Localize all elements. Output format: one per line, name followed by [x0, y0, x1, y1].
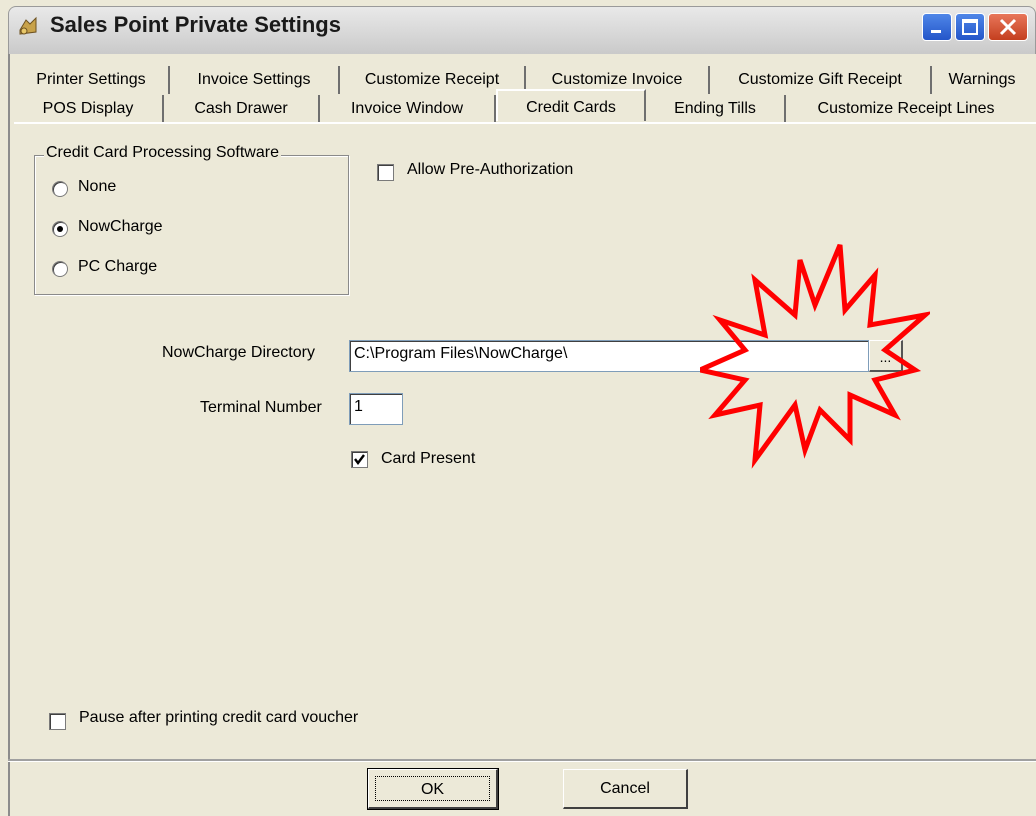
tab-warnings[interactable]: Warnings	[932, 66, 1032, 94]
close-button[interactable]	[988, 13, 1028, 41]
pause-voucher-checkbox[interactable]	[49, 713, 66, 730]
minimize-button[interactable]	[922, 13, 952, 41]
radio-pc-charge-label[interactable]: PC Charge	[78, 258, 157, 276]
radio-none-label[interactable]: None	[78, 178, 116, 196]
tab-cash-drawer[interactable]: Cash Drawer	[164, 95, 320, 123]
radio-nowcharge-label[interactable]: NowCharge	[78, 218, 162, 236]
terminal-field[interactable]: 1	[349, 393, 403, 425]
app-icon	[16, 14, 40, 38]
tab-row-2: POS Display Cash Drawer Invoice Window C…	[14, 89, 1026, 123]
radio-nowcharge[interactable]	[52, 221, 68, 237]
tab-panel-border	[14, 122, 1036, 124]
bottom-divider	[8, 759, 1036, 762]
starburst-annotation-icon	[700, 244, 930, 469]
tab-invoice-window[interactable]: Invoice Window	[320, 95, 496, 123]
radio-none[interactable]	[52, 181, 68, 197]
pause-voucher-label[interactable]: Pause after printing credit card voucher	[79, 709, 358, 727]
maximize-button[interactable]	[955, 13, 985, 41]
radio-pc-charge[interactable]	[52, 261, 68, 277]
ok-button[interactable]: OK	[367, 768, 499, 810]
window-title: Sales Point Private Settings	[50, 12, 341, 37]
card-present-checkbox[interactable]	[351, 451, 368, 468]
directory-label: NowCharge Directory	[162, 344, 315, 361]
tab-printer-settings[interactable]: Printer Settings	[14, 66, 170, 94]
tab-customize-gift-receipt[interactable]: Customize Gift Receipt	[710, 66, 932, 94]
tab-credit-cards[interactable]: Credit Cards	[496, 89, 646, 121]
ok-button-label: OK	[375, 776, 490, 801]
allow-preauth-checkbox[interactable]	[377, 164, 394, 181]
cancel-button[interactable]: Cancel	[563, 769, 688, 809]
tab-customize-receipt-lines[interactable]: Customize Receipt Lines	[786, 95, 1026, 123]
tab-invoice-settings[interactable]: Invoice Settings	[170, 66, 340, 94]
card-present-label[interactable]: Card Present	[381, 450, 475, 468]
processing-software-legend: Credit Card Processing Software	[44, 144, 281, 162]
terminal-label: Terminal Number	[200, 399, 322, 416]
check-mark-icon	[354, 454, 365, 465]
title-bar: Sales Point Private Settings	[0, 0, 1036, 62]
allow-preauth-label[interactable]: Allow Pre-Authorization	[407, 161, 573, 179]
tab-ending-tills[interactable]: Ending Tills	[646, 95, 786, 123]
tab-pos-display[interactable]: POS Display	[14, 95, 164, 123]
